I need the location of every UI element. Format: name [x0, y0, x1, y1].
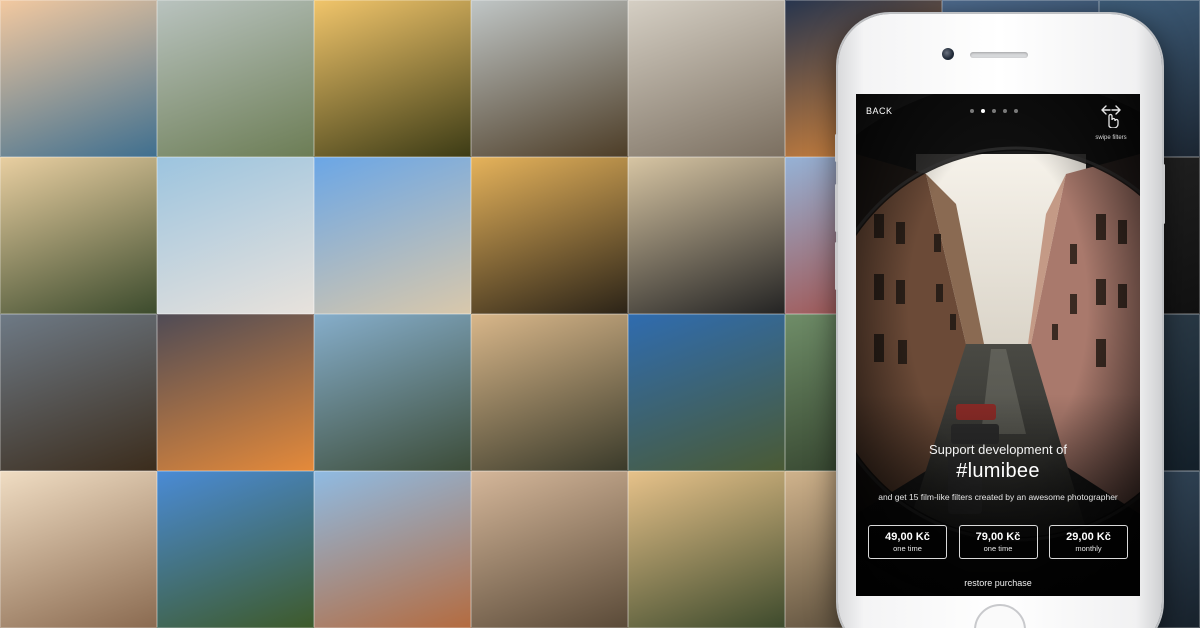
photo-tile-beach-cyclist	[314, 157, 471, 314]
photo-tile-street-walkers	[628, 0, 785, 157]
phone-mute-switch	[835, 134, 838, 162]
photo-tile-sandstone-towers	[157, 471, 314, 628]
photo-tile-rainbow-valley	[628, 471, 785, 628]
photo-tile-forest-woman	[471, 314, 628, 471]
price-options: 49,00 Kč one time 79,00 Kč one time 29,0…	[868, 525, 1128, 559]
price-button-monthly-29[interactable]: 29,00 Kč monthly	[1049, 525, 1128, 559]
home-button[interactable]	[974, 604, 1026, 628]
price-button-one-time-79[interactable]: 79,00 Kč one time	[958, 525, 1038, 559]
phone-volume-up	[835, 184, 838, 232]
phone-mockup: BACK swipe filters Support development o…	[835, 14, 1165, 628]
swipe-hand-icon	[1101, 105, 1121, 129]
photo-tile-woman-on-rock	[471, 471, 628, 628]
photo-tile-woman-on-cliff	[157, 0, 314, 157]
price-period: one time	[893, 544, 922, 553]
earpiece-speaker	[970, 52, 1028, 58]
back-button[interactable]: BACK	[866, 106, 893, 116]
photo-tile-rocky-dusk	[0, 314, 157, 471]
photo-tile-woman-on-rocks-by-sea	[0, 0, 157, 157]
phone-power-button	[1162, 164, 1165, 224]
page-dot[interactable]	[992, 109, 996, 113]
photo-tile-nyhavn-harbour	[314, 471, 471, 628]
price-amount: 49,00 Kč	[885, 531, 930, 543]
price-amount: 29,00 Kč	[1066, 531, 1111, 543]
restore-purchase-link[interactable]: restore purchase	[856, 578, 1140, 588]
photo-tile-silhouette-at-sea	[628, 157, 785, 314]
photo-tile-dandelion-sunset	[314, 0, 471, 157]
photo-tile-palm-sunset	[471, 157, 628, 314]
page-indicator[interactable]	[970, 109, 1018, 113]
page-dot[interactable]	[1003, 109, 1007, 113]
front-camera	[942, 48, 954, 60]
photo-tile-friends-in-boat	[157, 157, 314, 314]
photo-tile-rock-formations	[471, 0, 628, 157]
promo-subtitle: and get 15 film-like filters created by …	[878, 492, 1118, 502]
page-dot[interactable]	[970, 109, 974, 113]
price-amount: 79,00 Kč	[975, 531, 1021, 543]
photo-tile-orange-dusk	[157, 314, 314, 471]
promo-title: Support development of	[928, 442, 1068, 457]
price-button-one-time-49[interactable]: 49,00 Kč one time	[868, 525, 947, 559]
photo-tile-rock-pillars	[628, 314, 785, 471]
phone-volume-down	[835, 242, 838, 290]
promo-hashtag: #lumibee	[956, 460, 1040, 482]
swipe-filters-label: swipe filters	[1095, 135, 1127, 141]
photo-tile-forest-sunset	[0, 157, 157, 314]
photo-tile-ice-cream-woman	[0, 471, 157, 628]
app-screen: BACK swipe filters Support development o…	[856, 94, 1140, 596]
page-dot[interactable]	[981, 109, 985, 113]
venice-canal-photo	[856, 94, 1140, 596]
promo-block: Support development of #lumibee and get …	[856, 442, 1140, 502]
price-period: one time	[983, 544, 1013, 553]
app-topbar: BACK swipe filters	[856, 94, 1140, 154]
price-period: monthly	[1075, 544, 1102, 553]
swipe-filters-button[interactable]: swipe filters	[1090, 104, 1132, 141]
photo-tile-mountain-lake-boat	[314, 314, 471, 471]
page-dot[interactable]	[1014, 109, 1018, 113]
